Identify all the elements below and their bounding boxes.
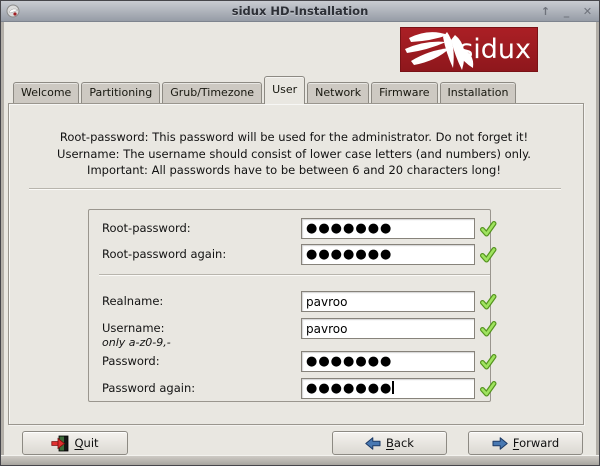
- info-line-root-password: Root-password: This password will be use…: [19, 129, 569, 146]
- password-again-field[interactable]: ●●●●●●●: [301, 378, 475, 399]
- close-button[interactable]: ✕: [581, 1, 594, 22]
- titlebar[interactable]: sidux HD-Installation ↑ _ ✕: [1, 1, 599, 22]
- user-form-frame: Root-password: ●●●●●●● Root-password aga…: [88, 209, 491, 402]
- text-caret: [392, 381, 394, 394]
- back-button-label: Back: [386, 436, 414, 450]
- quit-button-label: Quit: [74, 436, 98, 450]
- realname-row: Realname: pavroo: [89, 291, 490, 312]
- sidux-logo-text: sidux: [459, 31, 531, 69]
- window-content: sidux Welcome Partitioning Grub/Timezone…: [4, 22, 596, 455]
- username-field[interactable]: pavroo: [301, 318, 475, 339]
- quit-button[interactable]: Quit: [22, 431, 128, 455]
- tab-network[interactable]: Network: [307, 82, 369, 103]
- form-separator: [99, 274, 490, 276]
- back-arrow-icon: [365, 437, 381, 450]
- password-again-row: Password again: ●●●●●●●: [89, 378, 490, 399]
- tab-user[interactable]: User: [264, 76, 305, 104]
- password-again-valid-check-icon: [479, 380, 497, 398]
- info-line-important: Important: All passwords have to be betw…: [19, 162, 569, 179]
- root-password-again-label: Root-password again:: [102, 244, 226, 265]
- window: { "window": { "title": "sidux HD-Install…: [0, 0, 600, 466]
- password-label: Password:: [102, 351, 160, 372]
- shade-button[interactable]: ↑: [539, 1, 552, 22]
- root-password-row: Root-password: ●●●●●●●: [89, 218, 490, 239]
- tab-welcome[interactable]: Welcome: [13, 82, 79, 103]
- minimize-button[interactable]: _: [560, 1, 573, 22]
- username-note: only a-z0-9,-: [102, 336, 171, 349]
- forward-arrow-icon: [492, 437, 508, 450]
- root-password-valid-check-icon: [479, 220, 497, 238]
- tab-grub-timezone[interactable]: Grub/Timezone: [162, 82, 262, 103]
- root-password-again-valid-check-icon: [479, 246, 497, 264]
- tab-installation[interactable]: Installation: [440, 82, 517, 103]
- user-tab-panel: Root-password: This password will be use…: [8, 103, 584, 425]
- realname-label: Realname:: [102, 291, 163, 312]
- sidux-logo: sidux: [400, 27, 538, 72]
- info-line-username: Username: The username should consist of…: [19, 146, 569, 163]
- root-password-label: Root-password:: [102, 218, 191, 239]
- tab-bar: Welcome Partitioning Grub/Timezone User …: [13, 76, 518, 103]
- password-field[interactable]: ●●●●●●●: [301, 351, 475, 372]
- tab-partitioning[interactable]: Partitioning: [81, 82, 160, 103]
- info-text: Root-password: This password will be use…: [19, 129, 569, 179]
- password-valid-check-icon: [479, 353, 497, 371]
- realname-field[interactable]: pavroo: [301, 291, 475, 312]
- password-again-label: Password again:: [102, 378, 195, 399]
- root-password-field[interactable]: ●●●●●●●: [301, 218, 475, 239]
- window-title: sidux HD-Installation: [1, 1, 599, 22]
- realname-valid-check-icon: [479, 293, 497, 311]
- root-password-again-field[interactable]: ●●●●●●●: [301, 244, 475, 265]
- root-password-again-row: Root-password again: ●●●●●●●: [89, 244, 490, 265]
- username-valid-check-icon: [479, 320, 497, 338]
- forward-button-label: Forward: [513, 436, 559, 450]
- back-button[interactable]: Back: [332, 431, 447, 455]
- forward-button[interactable]: Forward: [468, 431, 583, 455]
- tab-firmware[interactable]: Firmware: [371, 82, 437, 103]
- exit-door-icon: [51, 435, 69, 452]
- password-row: Password: ●●●●●●●: [89, 351, 490, 372]
- info-separator: [29, 188, 561, 190]
- status-bar: [1, 455, 599, 465]
